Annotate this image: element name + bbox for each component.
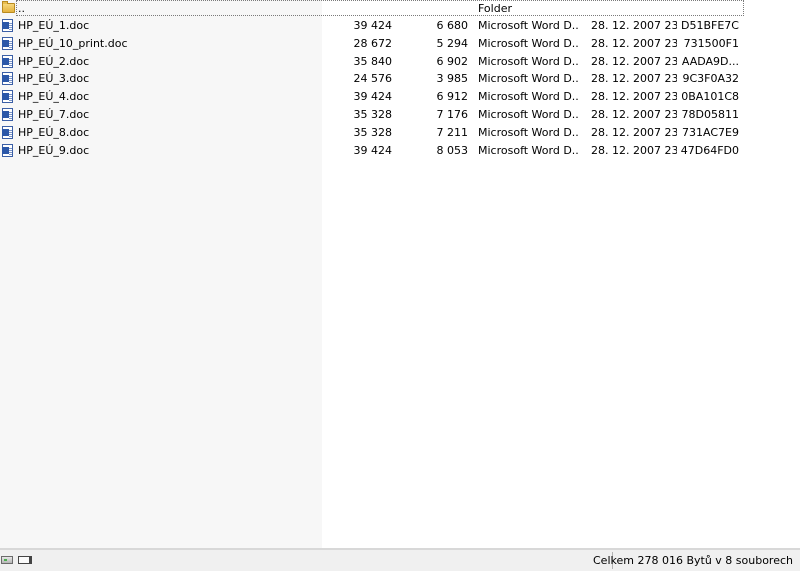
status-bar: Celkem 278 016 Bytů v 8 souborech — [0, 548, 800, 571]
file-type: Microsoft Word D... — [478, 36, 578, 50]
parent-folder-row[interactable]: .. Folder — [0, 0, 800, 17]
word-document-icon — [2, 107, 13, 121]
file-date: 28. 12. 2007 23:... — [591, 19, 677, 32]
file-size: 39 424 — [353, 143, 393, 157]
file-packed-size: 6 912 — [436, 90, 469, 104]
word-document-icon — [2, 90, 13, 104]
file-date: 28. 12. 2007 23:... — [591, 107, 677, 121]
word-document-icon — [2, 143, 13, 157]
file-icon-cell — [1, 70, 16, 87]
file-name: HP_EÚ_10_print.doc — [18, 36, 128, 50]
file-row[interactable]: HP_EÚ_10_print.doc 28 672 5 294 Microsoft W… — [0, 35, 800, 53]
file-crc: 78D05811 — [681, 107, 739, 121]
file-name: HP_EÚ_2.doc — [18, 54, 90, 68]
folder-icon — [2, 1, 15, 13]
file-packed-size: 7 176 — [436, 107, 469, 121]
file-packed-size: 6 902 — [436, 54, 469, 68]
file-type: Microsoft Word D... — [478, 107, 578, 121]
file-name: HP_EÚ_7.doc — [18, 107, 90, 121]
file-packed-size: 8 053 — [436, 143, 469, 157]
file-size: 28 672 — [353, 36, 393, 50]
file-date: 28. 12. 2007 23:... — [591, 54, 677, 68]
file-crc: 731AC7E9 — [682, 125, 739, 139]
file-size: 35 328 — [353, 125, 393, 139]
network-icon[interactable] — [18, 556, 32, 564]
file-row[interactable]: HP_EÚ_2.doc 35 840 6 902 Microsoft Word D..… — [0, 53, 800, 71]
file-row[interactable]: HP_EÚ_4.doc 39 424 6 912 Microsoft Word D..… — [0, 88, 800, 106]
word-document-icon — [2, 54, 13, 68]
file-row[interactable]: HP_EÚ_8.doc 35 328 7 211 Microsoft Word D..… — [0, 124, 800, 142]
file-date: 28. 12. 2007 23:... — [591, 90, 677, 104]
file-row[interactable]: HP_EÚ_7.doc 35 328 7 176 Microsoft Word D..… — [0, 106, 800, 124]
word-document-icon — [2, 125, 13, 139]
file-date: 28. 12. 2007 23:... — [591, 72, 677, 86]
word-document-icon — [2, 36, 13, 50]
file-name: HP_EÚ_9.doc — [18, 143, 90, 157]
file-list[interactable]: .. Folder HP_EÚ_1.doc 39 424 6 680 Microsof… — [0, 0, 800, 548]
file-size: 39 424 — [353, 19, 393, 32]
file-crc: 0BA101C8 — [681, 90, 739, 104]
file-rows: .. Folder HP_EÚ_1.doc 39 424 6 680 Microsof… — [0, 0, 800, 159]
archive-window: .. Folder HP_EÚ_1.doc 39 424 6 680 Microsof… — [0, 0, 800, 571]
drive-icon[interactable] — [1, 556, 13, 564]
file-type: Microsoft Word D... — [478, 143, 578, 157]
file-crc: 731500F1 — [683, 36, 739, 50]
file-icon-cell — [1, 53, 16, 70]
word-document-icon — [2, 19, 13, 32]
file-row[interactable]: HP_EÚ_9.doc 39 424 8 053 Microsoft Word D..… — [0, 142, 800, 160]
file-icon-cell — [1, 124, 16, 141]
file-type: Microsoft Word D... — [478, 125, 578, 139]
file-date: 28. 12. 2007 23:... — [591, 143, 677, 157]
file-name: HP_EÚ_3.doc — [18, 72, 90, 86]
file-crc: 47D64FD0 — [680, 143, 739, 157]
file-icon-cell — [1, 142, 16, 159]
file-size: 35 840 — [353, 54, 393, 68]
file-name: HP_EÚ_4.doc — [18, 90, 90, 104]
file-packed-size: 6 680 — [436, 19, 469, 32]
file-icon-cell — [1, 88, 16, 105]
file-packed-size: 3 985 — [436, 72, 469, 86]
status-summary: Celkem 278 016 Bytů v 8 souborech — [593, 554, 793, 567]
file-icon-cell — [1, 17, 16, 34]
file-packed-size: 7 211 — [436, 125, 469, 139]
file-type: Microsoft Word D... — [478, 72, 578, 86]
file-packed-size: 5 294 — [436, 36, 469, 50]
file-size: 39 424 — [353, 90, 393, 104]
file-icon-cell — [1, 106, 16, 123]
parent-folder-type: Folder — [478, 2, 512, 15]
file-type: Microsoft Word D... — [478, 90, 578, 104]
file-row[interactable]: HP_EÚ_3.doc 24 576 3 985 Microsoft Word D..… — [0, 70, 800, 88]
file-name: HP_EÚ_8.doc — [18, 125, 90, 139]
file-crc: 9C3F0A32 — [682, 72, 739, 86]
parent-folder-name: .. — [18, 2, 25, 15]
file-size: 24 576 — [353, 72, 393, 86]
file-name: HP_EÚ_1.doc — [18, 19, 90, 32]
file-type: Microsoft Word D... — [478, 54, 578, 68]
file-date: 28. 12. 2007 23:... — [591, 125, 677, 139]
file-row[interactable]: HP_EÚ_1.doc 39 424 6 680 Microsoft Word D..… — [0, 17, 800, 35]
file-crc: AADA9D... — [681, 54, 739, 68]
file-icon-cell — [1, 35, 16, 52]
file-crc: D51BFE7C — [681, 19, 739, 32]
word-document-icon — [2, 72, 13, 86]
folder-icon-cell — [1, 0, 16, 17]
file-type: Microsoft Word D... — [478, 19, 578, 32]
file-size: 35 328 — [353, 107, 393, 121]
file-date: 28. 12. 2007 23:... — [591, 36, 677, 50]
